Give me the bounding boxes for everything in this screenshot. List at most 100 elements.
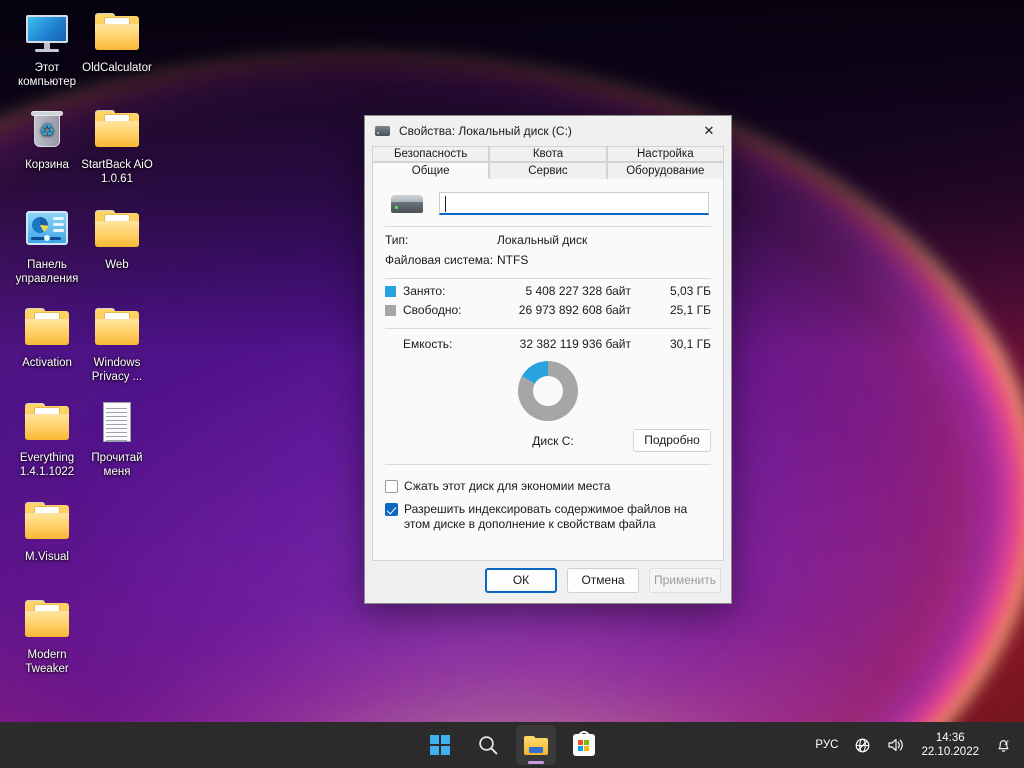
desktop-icon-label: StartBack AiO 1.0.61: [81, 159, 153, 185]
tab-1[interactable]: Безопасность: [372, 146, 490, 162]
tab-2[interactable]: Квота: [489, 146, 607, 162]
info-key: Тип:: [385, 233, 409, 247]
folder-icon: [23, 595, 71, 643]
desktop-icon-label: Modern Tweaker: [25, 649, 69, 675]
folder-icon: [93, 205, 141, 253]
store-bag-icon: [573, 731, 595, 756]
index-label: Разрешить индексировать содержимое файло…: [404, 502, 688, 531]
monitor-icon: [23, 8, 71, 56]
info-row-type: Тип: Локальный диск: [373, 227, 723, 247]
file-explorer-button[interactable]: [516, 725, 556, 765]
divider-4: [385, 464, 711, 465]
ok-button[interactable]: ОК: [485, 567, 557, 593]
folder-icon: [93, 105, 141, 153]
dialog-title: Свойства: Локальный диск (C:): [399, 124, 572, 138]
notifications-button[interactable]: z z: [987, 725, 1020, 765]
taskbar: РУС 14:36 22.10.2022 z z: [0, 722, 1024, 768]
tab-3[interactable]: Настройка: [606, 146, 724, 162]
drive-label-row: Диск С: Подробно: [373, 429, 723, 453]
disk-properties-dialog: Свойства: Локальный диск (C:) ✕ Безопасн…: [364, 115, 732, 604]
capacity-label: Емкость:: [403, 337, 453, 351]
folder-icon: [23, 497, 71, 545]
text-caret: [445, 196, 446, 212]
info-row-filesystem: Файловая система: NTFS: [373, 247, 723, 267]
capacity-gb: 30,1 ГБ: [669, 337, 711, 351]
desktop-icon-control-panel[interactable]: Панель управления: [8, 205, 86, 286]
tab-row-lower: Общие Сервис Оборудование: [372, 162, 724, 179]
desktop-icon-label: OldCalculator: [82, 62, 152, 74]
desktop-icon-readme[interactable]: Прочитай меня: [78, 398, 156, 479]
donut-hole: [533, 376, 563, 406]
cpanel-icon: [23, 205, 71, 253]
volume-icon[interactable]: [879, 725, 913, 765]
start-button[interactable]: [420, 725, 460, 765]
dialog-button-bar: ОК Отмена Применить: [365, 557, 731, 603]
language-indicator[interactable]: РУС: [807, 725, 846, 765]
usage-bytes: 5 408 227 328 байт: [525, 284, 631, 298]
index-checkbox[interactable]: [385, 503, 398, 516]
legend-swatch-free: [385, 304, 396, 316]
compress-label: Сжать этот диск для экономии места: [404, 479, 611, 493]
folder-icon: [23, 303, 71, 351]
compress-checkbox[interactable]: [385, 480, 398, 493]
usage-gb: 5,03 ГБ: [669, 284, 711, 298]
tab-1[interactable]: Общие: [372, 162, 490, 179]
doc-icon: [93, 398, 141, 446]
clock[interactable]: 14:36 22.10.2022: [913, 725, 987, 765]
search-button[interactable]: [468, 725, 508, 765]
usage-row-free: Свободно: 26 973 892 608 байт 25,1 ГБ: [373, 298, 723, 317]
tab-page-general: Тип: Локальный диск Файловая система: NT…: [372, 179, 724, 561]
desktop-icon-this-pc[interactable]: Этот компьютер: [8, 8, 86, 89]
desktop-icon-label: M.Visual: [25, 551, 69, 563]
windows-logo-icon: [430, 735, 450, 755]
checkbox-row-compress[interactable]: Сжать этот диск для экономии места: [385, 479, 711, 494]
info-value: NTFS: [497, 253, 529, 267]
apply-button[interactable]: Применить: [649, 567, 721, 593]
desktop-icon-label: Прочитай меня: [91, 452, 143, 478]
folder-icon: [93, 303, 141, 351]
volume-name-input[interactable]: [439, 192, 709, 215]
folder-icon: [93, 8, 141, 56]
cancel-button[interactable]: Отмена: [567, 567, 639, 593]
options-group: Сжать этот диск для экономии места Разре…: [373, 479, 723, 532]
folder-icon: [524, 735, 548, 755]
drive-title-icon: [375, 126, 390, 136]
desktop-icon-modern-tweaker[interactable]: Modern Tweaker: [8, 595, 86, 676]
volume-name-row: [373, 179, 723, 215]
desktop-icon-startback-aio[interactable]: StartBack AiO 1.0.61: [78, 105, 156, 186]
tab-strip: Безопасность Квота Настройка Общие Сервис Об…: [365, 146, 731, 179]
system-tray: РУС 14:36 22.10.2022 z z: [807, 722, 1024, 768]
close-icon[interactable]: ✕: [687, 116, 731, 146]
desktop-icon-activation[interactable]: Activation: [8, 303, 86, 370]
desktop-icon-mvisual[interactable]: M.Visual: [8, 497, 86, 564]
folder-icon: [23, 398, 71, 446]
globe-no-internet-icon: [856, 738, 870, 752]
bell-quiet-icon: z z: [998, 738, 1009, 752]
disk-usage-chart: [373, 361, 723, 427]
donut-chart: [518, 361, 578, 421]
checkbox-row-index[interactable]: Разрешить индексировать содержимое файло…: [385, 502, 711, 532]
info-key: Файловая система:: [385, 253, 494, 267]
desktop-icon-label: Web: [105, 259, 129, 271]
dialog-titlebar[interactable]: Свойства: Локальный диск (C:) ✕: [365, 116, 731, 146]
desktop-icon-web[interactable]: Web: [78, 205, 156, 272]
desktop-icon-label: Everything 1.4.1.1022: [19, 452, 75, 478]
desktop-icon-windows-privacy[interactable]: Windows Privacy ...: [78, 303, 156, 384]
network-icon[interactable]: [846, 725, 879, 765]
desktop-icon-recycle-bin[interactable]: ♻ Корзина: [8, 105, 86, 172]
tab-2[interactable]: Сервис: [489, 162, 607, 179]
usage-label: Занято:: [403, 284, 446, 298]
clock-time: 14:36: [935, 732, 965, 744]
desktop-icon-oldcalculator[interactable]: OldCalculator: [78, 8, 156, 75]
tab-3[interactable]: Оборудование: [606, 162, 724, 179]
bin-icon: ♻: [23, 105, 71, 153]
capacity-bytes: 32 382 119 936 байт: [519, 337, 631, 351]
desktop-icon-label: Панель управления: [15, 259, 79, 285]
usage-bytes: 26 973 892 608 байт: [518, 303, 631, 317]
info-value: Локальный диск: [497, 233, 588, 247]
microsoft-store-button[interactable]: [564, 725, 604, 765]
search-icon: [479, 736, 498, 755]
desktop-icon-everything[interactable]: Everything 1.4.1.1022: [8, 398, 86, 479]
details-button[interactable]: Подробно: [633, 429, 711, 452]
usage-row-used: Занято: 5 408 227 328 байт 5,03 ГБ: [373, 279, 723, 298]
